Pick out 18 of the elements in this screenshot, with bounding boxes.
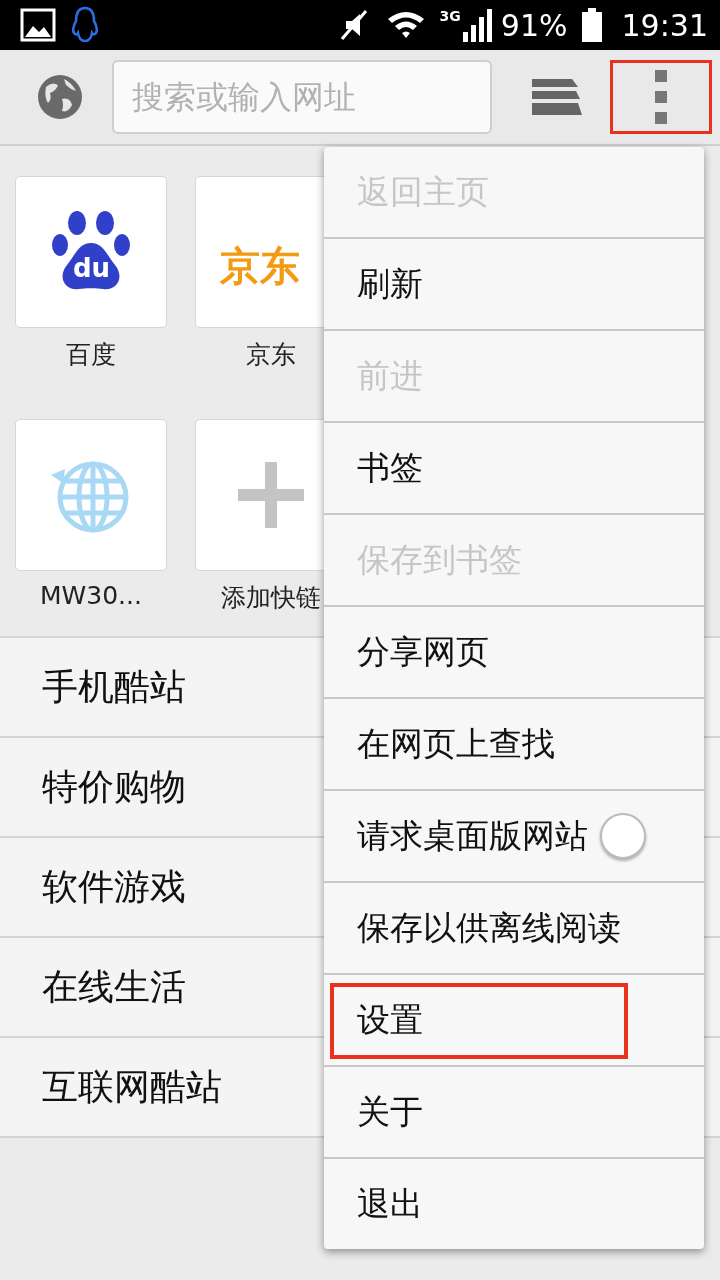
menu-item-label: 书签: [357, 446, 423, 489]
menu-item-label: 在网页上查找: [357, 722, 555, 765]
menu-item-label: 退出: [357, 1182, 423, 1225]
tile-label: 添加快链: [221, 582, 321, 614]
logo-text: du: [73, 255, 111, 281]
network-type: 3G: [439, 8, 461, 24]
menu-item-label: 刷新: [357, 262, 423, 305]
tile-label: MW30...: [40, 581, 142, 610]
menu-item-label: 关于: [357, 1090, 423, 1133]
tile-label: 京东: [246, 339, 296, 371]
battery-percent: 91%: [500, 7, 568, 43]
menu-item-label: 分享网页: [357, 630, 489, 673]
menu-item-label: 保存以供离线阅读: [357, 906, 621, 949]
logo-text: 京东: [220, 242, 300, 291]
menu-item-label: 请求桌面版网站: [357, 814, 588, 857]
tile-label: 百度: [66, 339, 116, 371]
clock: 19:31: [621, 7, 708, 43]
menu-item-label: 设置: [357, 998, 423, 1041]
